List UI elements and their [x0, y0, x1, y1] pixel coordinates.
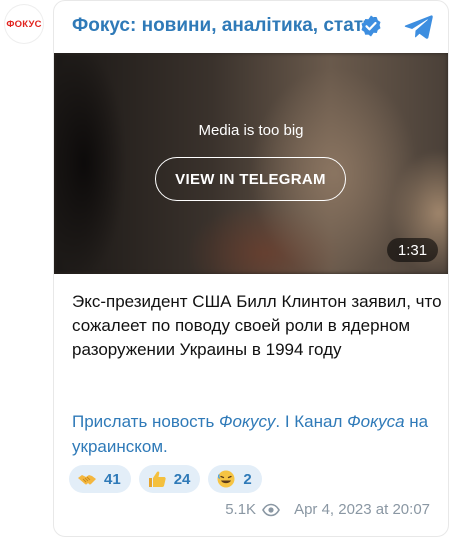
view-in-telegram-button[interactable]: VIEW IN TELEGRAM	[155, 157, 346, 201]
video-duration-badge: 1:31	[387, 238, 438, 262]
reaction-count: 2	[243, 470, 252, 488]
post-text: Экс-президент США Билл Клинтон заявил, ч…	[72, 292, 442, 359]
post-links: Прислать новость Фокусу. I Канал Фокуса …	[72, 409, 442, 459]
video-preview[interactable]: Media is too big VIEW IN TELEGRAM 1:31	[54, 53, 448, 274]
channel-name-link[interactable]: Фокус: новини, аналітика, статті	[72, 15, 378, 37]
rofl-icon	[217, 470, 235, 488]
reaction-handshake[interactable]: 41	[69, 465, 131, 493]
media-too-big-message: Media is too big	[198, 122, 304, 139]
post-date-link[interactable]: Apr 4, 2023 at 20:07	[294, 501, 430, 518]
verified-badge-icon	[361, 15, 381, 37]
reaction-count: 24	[173, 470, 191, 488]
message-meta: 5.1K Apr 4, 2023 at 20:07	[225, 501, 430, 518]
send-news-link[interactable]: Прислать новость Фокусу.	[72, 412, 280, 431]
link-separator: I	[280, 412, 295, 431]
reaction-count: 41	[104, 470, 121, 488]
reaction-thumbs-up[interactable]: 24	[138, 465, 201, 493]
message-card: Фокус: новини, аналітика, статті Media i…	[53, 0, 449, 537]
thumbs-up-icon	[148, 471, 166, 487]
view-count: 5.1K	[225, 501, 257, 518]
telegram-icon[interactable]	[404, 11, 434, 41]
handshake-icon	[78, 475, 96, 485]
eye-icon	[262, 503, 280, 516]
reactions-bar: 41 24 2	[69, 465, 262, 493]
avatar-logo-text: ФОКУС	[6, 18, 42, 30]
message-header: Фокус: новини, аналітика, статті	[54, 1, 448, 53]
channel-avatar[interactable]: ФОКУС	[4, 4, 44, 44]
reaction-rofl[interactable]: 2	[208, 465, 262, 493]
